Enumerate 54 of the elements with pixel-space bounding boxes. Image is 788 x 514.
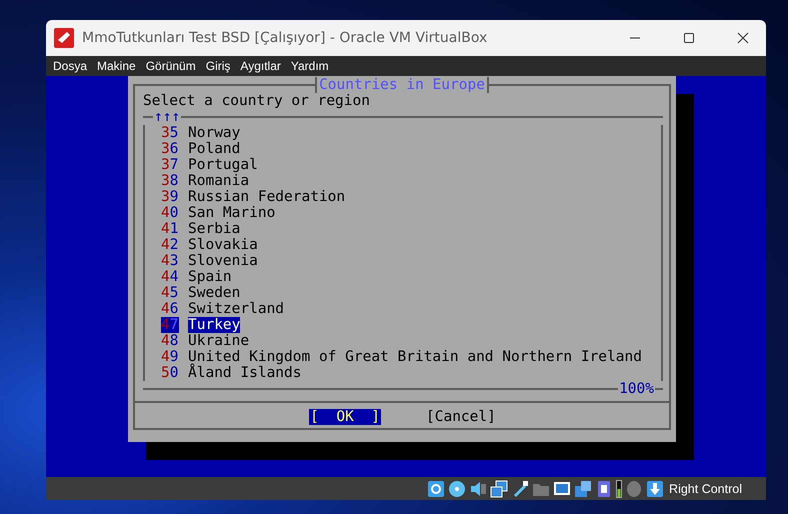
item-number: 42 <box>161 237 179 253</box>
menu-item[interactable]: Makine <box>92 59 141 73</box>
item-number: 39 <box>161 189 179 205</box>
country-item[interactable]: Turkey <box>188 317 240 333</box>
item-number: 43 <box>161 253 179 269</box>
country-item[interactable]: United Kingdom of Great Britain and Northern Ireland <box>188 349 642 365</box>
item-number: 38 <box>161 173 179 189</box>
host-key-label: Right Control <box>669 482 742 496</box>
country-item[interactable]: Switzerland <box>188 301 284 317</box>
disc-icon[interactable] <box>448 480 466 498</box>
country-item[interactable]: Russian Federation <box>188 189 346 205</box>
country-item[interactable]: San Marino <box>188 205 276 221</box>
dialog-button[interactable]: [ OK ] <box>309 409 381 425</box>
item-number: 46 <box>161 301 179 317</box>
item-number: 36 <box>161 141 179 157</box>
country-item[interactable]: Slovenia <box>188 253 258 269</box>
menu-item[interactable]: Giriş <box>200 59 236 73</box>
speaker-icon[interactable] <box>469 480 488 498</box>
item-number: 49 <box>161 349 179 365</box>
country-item[interactable]: Åland Islands <box>188 365 302 381</box>
item-number: 47 <box>161 317 179 333</box>
menu-item[interactable]: Görünüm <box>140 59 201 73</box>
item-number: 35 <box>161 125 179 141</box>
scroll-percentage: 100% <box>618 381 655 397</box>
country-item[interactable]: Spain <box>188 269 232 285</box>
app-logo-icon <box>54 28 74 48</box>
menu-item[interactable]: Yardım <box>286 59 334 73</box>
scroll-up-indicator: ↑↑↑ <box>153 109 182 125</box>
item-number: 40 <box>161 205 179 221</box>
display-icon[interactable] <box>553 480 572 498</box>
item-number: 45 <box>161 285 179 301</box>
close-icon[interactable] <box>737 32 749 44</box>
country-item[interactable]: Slovakia <box>188 237 258 253</box>
dialog-title: Countries in Europe <box>315 77 489 93</box>
country-item[interactable]: Portugal <box>188 157 258 173</box>
prompt-text: Select a country or region <box>143 93 371 109</box>
item-number: 48 <box>161 333 179 349</box>
menu-item[interactable]: Dosya <box>48 59 92 73</box>
maximize-icon[interactable] <box>683 32 695 44</box>
activity-meter-icon <box>616 480 622 498</box>
country-item[interactable]: Romania <box>188 173 250 189</box>
item-number: 37 <box>161 157 179 173</box>
menu-item[interactable]: Aygıtlar <box>235 59 286 73</box>
dialog-button[interactable]: [Cancel] <box>425 409 497 425</box>
window-title: MmoTutkunları Test BSD [Çalışıyor] - Oracle VM VirtualBox <box>82 30 488 46</box>
country-item[interactable]: Poland <box>188 141 240 157</box>
country-item[interactable]: Sweden <box>188 285 240 301</box>
country-item[interactable]: Serbia <box>188 221 240 237</box>
arrow-down-icon[interactable] <box>646 480 664 498</box>
item-number: 44 <box>161 269 179 285</box>
item-number: 50 <box>161 365 179 381</box>
country-item[interactable]: Norway <box>188 125 240 141</box>
country-item[interactable]: Ukraine <box>188 333 250 349</box>
item-number: 41 <box>161 221 179 237</box>
